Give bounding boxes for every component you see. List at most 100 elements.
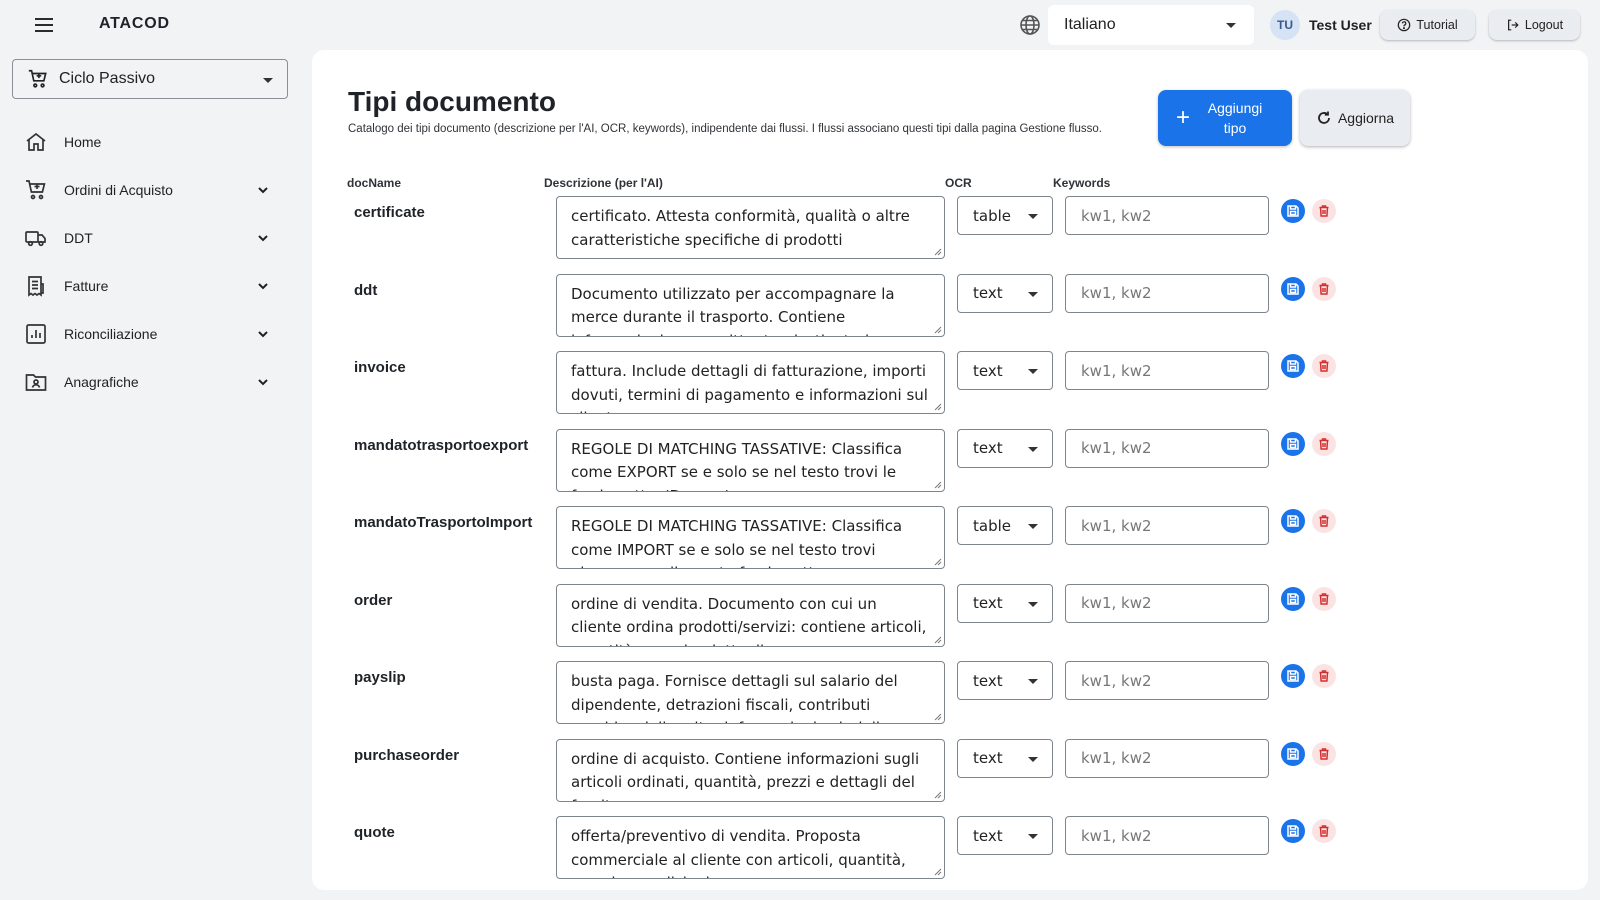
logout-label: Logout xyxy=(1524,18,1564,32)
main-card: Tipi documento Catalogo dei tipi documen… xyxy=(312,50,1588,890)
trash-icon xyxy=(1319,670,1329,682)
keywords-input[interactable] xyxy=(1065,583,1269,623)
description-text: fattura. Include dettagli di fatturazion… xyxy=(571,362,928,413)
resize-handle-icon[interactable] xyxy=(934,558,942,566)
table-row: mandatotrasportoexport REGOLE DI MATCHING… xyxy=(312,428,1588,507)
sidebar-item-ddt[interactable]: DDT xyxy=(0,214,300,262)
keywords-input[interactable] xyxy=(1065,196,1269,235)
module-select[interactable]: Ciclo Passivo xyxy=(12,59,288,99)
chevron-down-icon xyxy=(258,187,268,194)
resize-handle-icon[interactable] xyxy=(934,248,942,256)
sidebar-item-ordini-di-acquisto[interactable]: Ordini di Acquisto xyxy=(0,166,300,214)
delete-button[interactable] xyxy=(1312,586,1336,611)
ocr-select[interactable]: text xyxy=(957,661,1053,700)
delete-button[interactable] xyxy=(1312,431,1336,456)
keywords-input[interactable] xyxy=(1065,816,1269,855)
save-button[interactable] xyxy=(1281,509,1305,533)
doc-name: quote xyxy=(354,824,395,841)
ocr-select[interactable]: text xyxy=(957,351,1053,390)
user-name: Test User xyxy=(1309,17,1372,33)
save-button[interactable] xyxy=(1281,354,1305,378)
add-type-button[interactable]: + Aggiungi tipo xyxy=(1158,90,1292,146)
ocr-select[interactable]: text xyxy=(957,273,1053,313)
hamburger-menu-icon[interactable] xyxy=(30,12,58,38)
column-header-ocr: OCR xyxy=(945,176,972,190)
column-header-description: Descrizione (per l'AI) xyxy=(544,176,663,190)
delete-button[interactable] xyxy=(1312,509,1336,533)
cart-icon xyxy=(28,69,47,88)
save-icon xyxy=(1287,670,1299,682)
resize-handle-icon[interactable] xyxy=(934,481,942,489)
resize-handle-icon[interactable] xyxy=(934,403,942,411)
avatar[interactable]: TU xyxy=(1270,10,1300,40)
description-field[interactable]: REGOLE DI MATCHING TASSATIVE: Classifica… xyxy=(556,428,945,492)
description-field[interactable]: REGOLE DI MATCHING TASSATIVE: Classifica… xyxy=(556,506,945,569)
description-text: ordine di acquisto. Contiene informazion… xyxy=(571,749,920,801)
table-row: invoice fattura. Include dettagli di fatt… xyxy=(312,351,1588,429)
delete-button[interactable] xyxy=(1312,664,1336,688)
keywords-input[interactable] xyxy=(1065,661,1269,700)
logout-icon xyxy=(1507,19,1519,31)
tutorial-button[interactable]: Tutorial xyxy=(1380,10,1475,40)
language-select[interactable]: Italiano xyxy=(1048,5,1254,45)
ocr-select[interactable]: text xyxy=(957,583,1053,623)
doc-name: ddt xyxy=(354,281,378,299)
chevron-down-icon xyxy=(1028,214,1038,219)
keywords-input[interactable] xyxy=(1065,428,1269,468)
description-field[interactable]: ordine di vendita. Documento con cui un … xyxy=(556,583,945,647)
description-field[interactable]: Documento utilizzato per accompagnare la… xyxy=(556,273,945,337)
delete-button[interactable] xyxy=(1312,819,1336,843)
ocr-value: text xyxy=(973,671,1003,690)
delete-button[interactable] xyxy=(1312,354,1336,378)
resize-handle-icon[interactable] xyxy=(934,791,942,799)
description-field[interactable]: busta paga. Fornisce dettagli sul salari… xyxy=(556,661,945,724)
ocr-select[interactable]: table xyxy=(957,506,1053,545)
cart-icon xyxy=(26,180,46,200)
resize-handle-icon[interactable] xyxy=(934,868,942,876)
sidebar-item-anagrafiche[interactable]: Anagrafiche xyxy=(0,358,300,406)
ocr-select[interactable]: text xyxy=(957,738,1053,778)
keywords-input[interactable] xyxy=(1065,738,1269,778)
sidebar-item-label: Home xyxy=(64,134,102,150)
sidebar-item-riconciliazione[interactable]: Riconciliazione xyxy=(0,310,300,358)
keywords-input[interactable] xyxy=(1065,273,1269,313)
description-field[interactable]: ordine di acquisto. Contiene informazion… xyxy=(556,738,945,802)
description-field[interactable]: certificato. Attesta conformità, qualità… xyxy=(556,196,945,259)
logout-button[interactable]: Logout xyxy=(1489,10,1580,40)
save-button[interactable] xyxy=(1281,741,1305,766)
doc-name: order xyxy=(354,591,393,609)
ocr-value: table xyxy=(973,206,1011,225)
tutorial-label: Tutorial xyxy=(1416,18,1458,32)
save-button[interactable] xyxy=(1281,431,1305,456)
resize-handle-icon[interactable] xyxy=(934,713,942,721)
save-button[interactable] xyxy=(1281,819,1305,843)
table-row: mandatoTrasportoImport REGOLE DI MATCHING… xyxy=(312,506,1588,584)
save-icon xyxy=(1287,437,1299,450)
description-field[interactable]: offerta/preventivo di vendita. Proposta … xyxy=(556,816,945,879)
delete-button[interactable] xyxy=(1312,741,1336,766)
resize-handle-icon[interactable] xyxy=(934,636,942,644)
save-icon xyxy=(1287,825,1299,837)
save-icon xyxy=(1287,205,1299,217)
ocr-value: text xyxy=(973,284,1003,302)
sidebar-item-fatture[interactable]: Fatture xyxy=(0,262,300,310)
save-button[interactable] xyxy=(1281,199,1305,223)
ocr-select[interactable]: text xyxy=(957,428,1053,468)
keywords-input[interactable] xyxy=(1065,506,1269,545)
save-button[interactable] xyxy=(1281,664,1305,688)
refresh-button[interactable]: Aggiorna xyxy=(1300,90,1410,146)
resize-handle-icon[interactable] xyxy=(934,326,942,334)
save-button[interactable] xyxy=(1281,586,1305,611)
ocr-select[interactable]: table xyxy=(957,196,1053,235)
refresh-label: Aggiorna xyxy=(1337,110,1395,126)
sidebar-item-label: Riconciliazione xyxy=(64,326,158,342)
delete-button[interactable] xyxy=(1312,199,1336,223)
delete-button[interactable] xyxy=(1312,276,1336,301)
save-button[interactable] xyxy=(1281,276,1305,301)
save-icon xyxy=(1287,747,1299,760)
ocr-select[interactable]: text xyxy=(957,816,1053,855)
keywords-input[interactable] xyxy=(1065,351,1269,390)
description-field[interactable]: fattura. Include dettagli di fatturazion… xyxy=(556,351,945,414)
table-row: order ordine di vendita. Documento con cu… xyxy=(312,583,1588,662)
sidebar-item-home[interactable]: Home xyxy=(0,118,300,166)
